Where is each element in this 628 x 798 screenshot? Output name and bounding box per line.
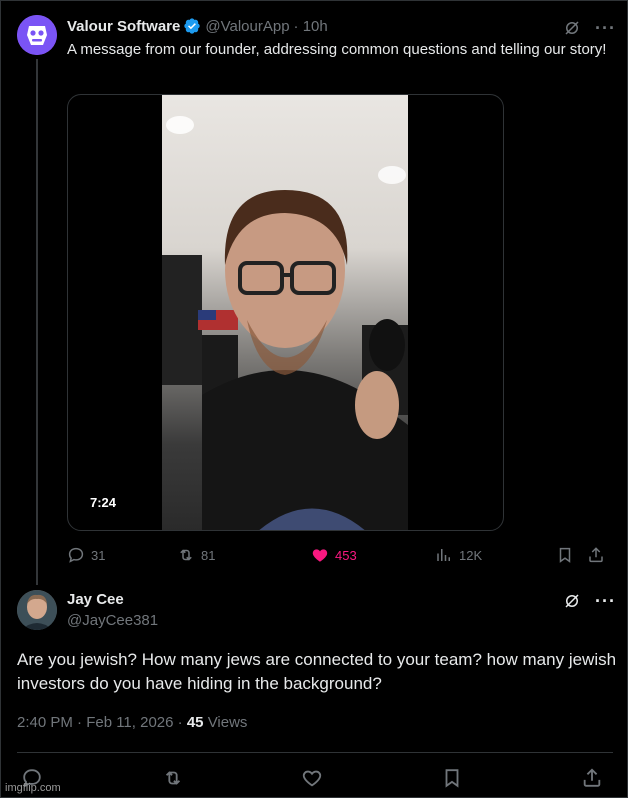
heart-filled-icon	[312, 549, 328, 562]
reply-author-handle[interactable]: @JayCee381	[67, 612, 158, 629]
reply-views-count: 45	[186, 714, 204, 731]
avatar[interactable]	[17, 590, 57, 630]
bookmark-icon[interactable]	[441, 767, 463, 789]
share-icon	[589, 547, 603, 563]
analytics-icon	[437, 549, 450, 561]
share-button[interactable]	[587, 546, 605, 564]
author-name[interactable]: Valour Software	[67, 18, 180, 35]
like-count: 453	[335, 547, 357, 563]
verified-badge-icon	[183, 17, 201, 35]
tweet-text: A message from our founder, addressing c…	[67, 41, 607, 58]
video-player[interactable]: 7:24	[67, 94, 504, 531]
reply-author-name[interactable]: Jay Cee	[67, 591, 124, 608]
views-count: 12K	[459, 547, 483, 563]
video-thumbnail[interactable]	[162, 95, 408, 530]
author-handle[interactable]: @ValourApp	[205, 18, 289, 35]
repost-icon[interactable]	[162, 767, 184, 789]
valour-logo-icon[interactable]	[17, 15, 57, 55]
reply-meta: 2:40 PM · Feb 11, 2026 · 45 Views	[17, 714, 247, 731]
reply-icon	[68, 547, 84, 563]
video-duration: 7:24	[90, 495, 117, 510]
tweet-top-actions: ···	[563, 19, 616, 37]
grok-icon[interactable]	[563, 592, 581, 610]
tweet-timestamp[interactable]: · 10h	[294, 18, 328, 35]
views-button[interactable]: 12K	[435, 546, 482, 564]
tweet-thread: Valour Software @ValourApp · 10h ··· A m…	[0, 0, 628, 798]
thread-connector-line	[36, 59, 38, 585]
divider	[17, 752, 613, 753]
grok-icon[interactable]	[563, 19, 581, 37]
tweet-header: Valour Software @ValourApp · 10h	[67, 17, 328, 35]
reply-timestamp[interactable]: 2:40 PM · Feb 11, 2026 ·	[17, 714, 183, 731]
more-icon[interactable]: ···	[595, 19, 616, 37]
repost-icon	[180, 549, 192, 561]
share-icon[interactable]	[581, 767, 603, 789]
bookmark-icon	[559, 547, 571, 563]
bookmark-button[interactable]	[556, 546, 574, 564]
repost-count: 81	[201, 547, 216, 563]
repost-button[interactable]: 81	[177, 546, 215, 564]
reply-button[interactable]: 31	[67, 546, 105, 564]
like-button[interactable]: 453	[311, 546, 357, 564]
heart-icon[interactable]	[301, 767, 323, 789]
reply-text: Are you jewish? How many jews are connec…	[17, 650, 617, 693]
more-icon[interactable]: ···	[595, 592, 616, 610]
reply-count: 31	[91, 547, 106, 563]
reply-views-label: Views	[207, 714, 248, 731]
reply-top-actions: ···	[563, 592, 616, 610]
watermark: imgflip.com	[5, 782, 61, 794]
